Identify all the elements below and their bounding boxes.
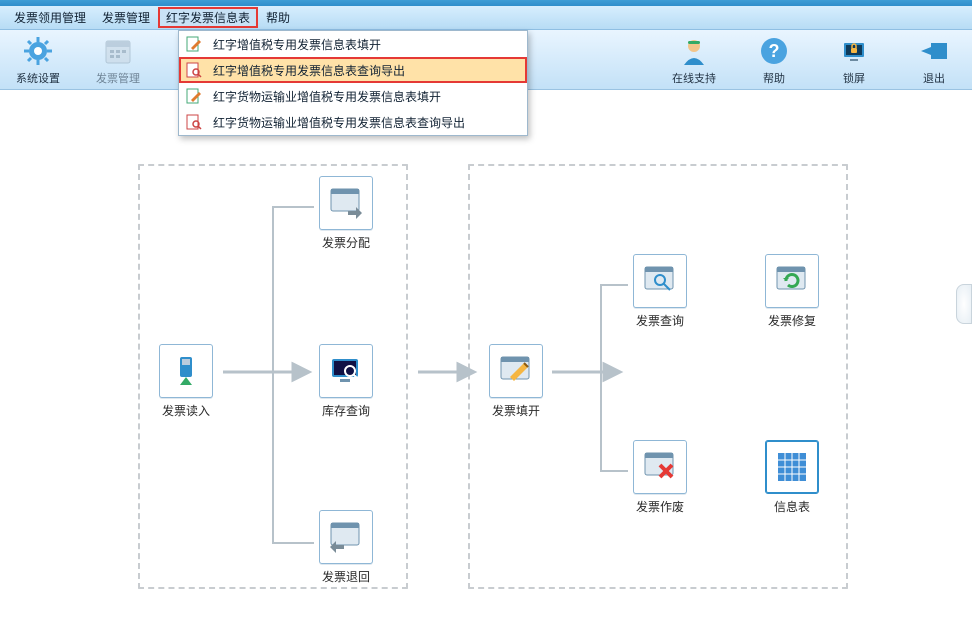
menubar: 发票领用管理 发票管理 红字发票信息表 帮助 (0, 6, 972, 30)
svg-text:?: ? (769, 41, 780, 61)
window-search-icon (633, 254, 687, 308)
red-invoice-dropdown: 红字增值税专用发票信息表填开 红字增值税专用发票信息表查询导出 红字货物运输业增… (178, 30, 528, 136)
dropdown-item-query-export-vat[interactable]: 红字增值税专用发票信息表查询导出 (179, 57, 527, 83)
node-invoice-repair[interactable]: 发票修复 (762, 254, 822, 329)
connector-line (600, 284, 602, 472)
tool-label: 锁屏 (843, 70, 865, 86)
window-refresh-icon (765, 254, 819, 308)
tool-system-settings[interactable]: 系统设置 (12, 34, 64, 86)
grid-table-icon (765, 440, 819, 494)
window-delete-icon (633, 440, 687, 494)
tool-lock-screen[interactable]: 锁屏 (828, 34, 880, 86)
tool-online-support[interactable]: 在线支持 (668, 34, 720, 86)
dropdown-label: 红字货物运输业增值税专用发票信息表填开 (213, 88, 441, 105)
connector-line (272, 206, 314, 208)
node-invoice-fill[interactable]: 发票填开 (486, 344, 546, 419)
lock-icon (837, 34, 871, 68)
menu-red-invoice-info[interactable]: 红字发票信息表 (158, 7, 258, 28)
node-label: 信息表 (774, 498, 810, 515)
arrow-right-icon (418, 360, 478, 384)
connector-line (272, 542, 314, 544)
node-invoice-distribute[interactable]: 发票分配 (316, 176, 376, 251)
arrow-right-icon (223, 360, 313, 384)
exit-icon (917, 34, 951, 68)
connector-line (272, 206, 274, 544)
workflow-canvas: 发票读入 发票分配 库存查询 发票退回 发票填开 发票查询 发票修复 发票作废 … (0, 90, 972, 618)
dropdown-label: 红字增值税专用发票信息表填开 (213, 36, 381, 53)
form-edit-icon (185, 87, 203, 105)
node-invoice-void[interactable]: 发票作废 (630, 440, 690, 515)
usb-upload-icon (159, 344, 213, 398)
node-invoice-query[interactable]: 发票查询 (630, 254, 690, 329)
tool-label: 系统设置 (16, 70, 60, 86)
dropdown-item-fill-vat[interactable]: 红字增值税专用发票信息表填开 (179, 31, 527, 57)
dropdown-label: 红字货物运输业增值税专用发票信息表查询导出 (213, 114, 465, 131)
window-edit-icon (489, 344, 543, 398)
node-label: 发票作废 (636, 498, 684, 515)
form-search-icon (185, 113, 203, 131)
side-handle[interactable] (956, 284, 972, 324)
window-forward-icon (319, 176, 373, 230)
connector-line (600, 284, 628, 286)
tool-help[interactable]: ? 帮助 (748, 34, 800, 86)
window-back-icon (319, 510, 373, 564)
dropdown-item-fill-freight[interactable]: 红字货物运输业增值税专用发票信息表填开 (179, 83, 527, 109)
connector-line (600, 470, 628, 472)
node-label: 发票查询 (636, 312, 684, 329)
node-label: 发票修复 (768, 312, 816, 329)
node-label: 发票填开 (492, 402, 540, 419)
menu-invoice-receive[interactable]: 发票领用管理 (6, 7, 94, 28)
tool-exit[interactable]: 退出 (908, 34, 960, 86)
arrow-right-icon (552, 360, 624, 384)
form-search-icon (185, 61, 203, 79)
tool-label: 退出 (923, 70, 945, 86)
node-label: 发票读入 (162, 402, 210, 419)
node-label: 发票分配 (322, 234, 370, 251)
dropdown-label: 红字增值税专用发票信息表查询导出 (213, 62, 405, 79)
form-edit-icon (185, 35, 203, 53)
tool-label: 帮助 (763, 70, 785, 86)
node-label: 库存查询 (322, 402, 370, 419)
support-icon (677, 34, 711, 68)
node-stock-query[interactable]: 库存查询 (316, 344, 376, 419)
tool-invoice-manage[interactable]: 发票管理 (92, 34, 144, 86)
node-invoice-return[interactable]: 发票退回 (316, 510, 376, 585)
node-label: 发票退回 (322, 568, 370, 585)
dropdown-item-query-export-freight[interactable]: 红字货物运输业增值税专用发票信息表查询导出 (179, 109, 527, 135)
help-icon: ? (757, 34, 791, 68)
calendar-icon (101, 34, 135, 68)
tool-label: 发票管理 (96, 70, 140, 86)
menu-help[interactable]: 帮助 (258, 7, 298, 28)
menu-invoice-manage[interactable]: 发票管理 (94, 7, 158, 28)
monitor-search-icon (319, 344, 373, 398)
node-invoice-read[interactable]: 发票读入 (156, 344, 216, 419)
node-info-table[interactable]: 信息表 (762, 440, 822, 515)
tool-label: 在线支持 (672, 70, 716, 86)
gear-icon (21, 34, 55, 68)
